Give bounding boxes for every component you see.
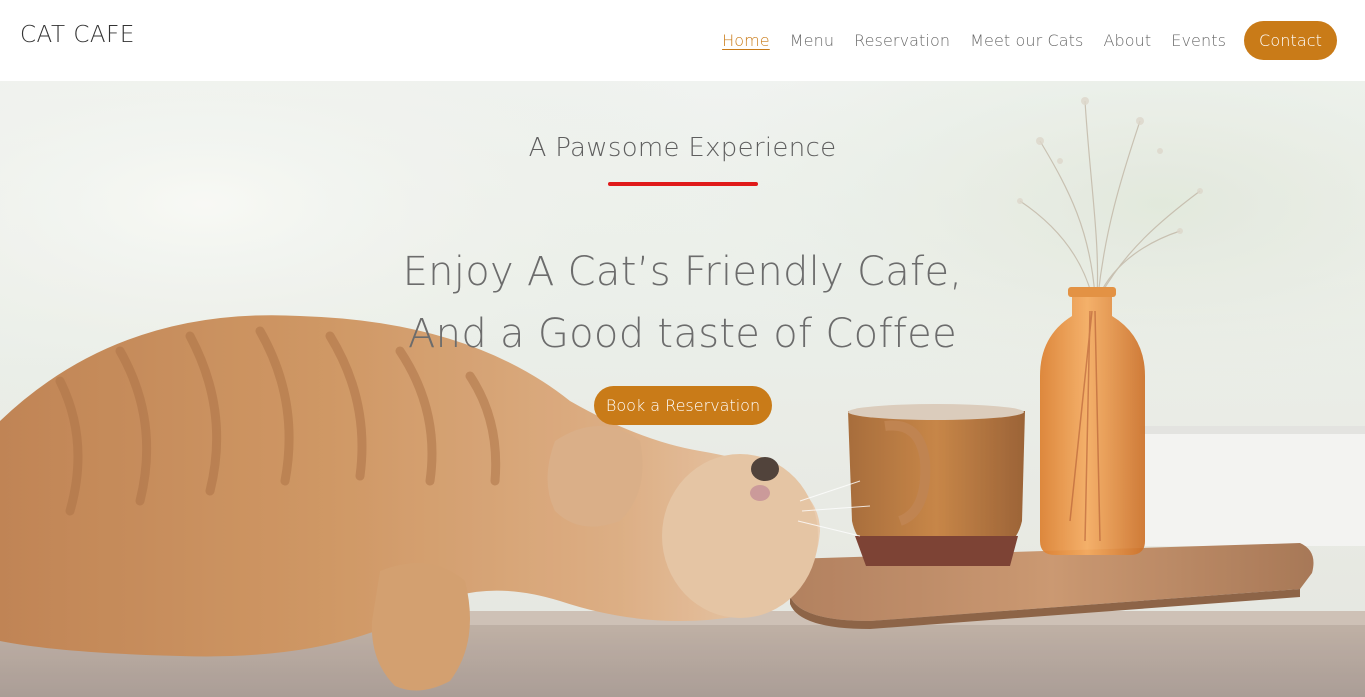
contact-button[interactable]: Contact <box>1244 21 1337 60</box>
nav-home[interactable]: Home <box>722 31 770 50</box>
nav-events[interactable]: Events <box>1171 31 1226 50</box>
hero-headline-line2: And a Good taste of Coffee <box>408 311 957 357</box>
nav-reservation[interactable]: Reservation <box>854 31 950 50</box>
hero-section: A Pawsome Experience Enjoy A Cat’s Frien… <box>0 81 1365 697</box>
nav-about[interactable]: About <box>1103 31 1151 50</box>
hero-headline-line1: Enjoy A Cat’s Friendly Cafe, <box>402 249 963 295</box>
main-nav: Home Menu Reservation Meet our Cats Abou… <box>702 20 1337 61</box>
nav-menu[interactable]: Menu <box>790 31 834 50</box>
brand-logo[interactable]: CAT CAFE <box>20 22 135 48</box>
subtitle-underline <box>608 182 758 186</box>
hero-subtitle: A Pawsome Experience <box>528 133 837 163</box>
top-navbar: CAT CAFE Home Menu Reservation Meet our … <box>0 0 1365 81</box>
nav-meet-our-cats[interactable]: Meet our Cats <box>970 31 1083 50</box>
book-reservation-button[interactable]: Book a Reservation <box>594 386 772 425</box>
hero-headline: Enjoy A Cat’s Friendly Cafe, And a Good … <box>0 241 1365 365</box>
